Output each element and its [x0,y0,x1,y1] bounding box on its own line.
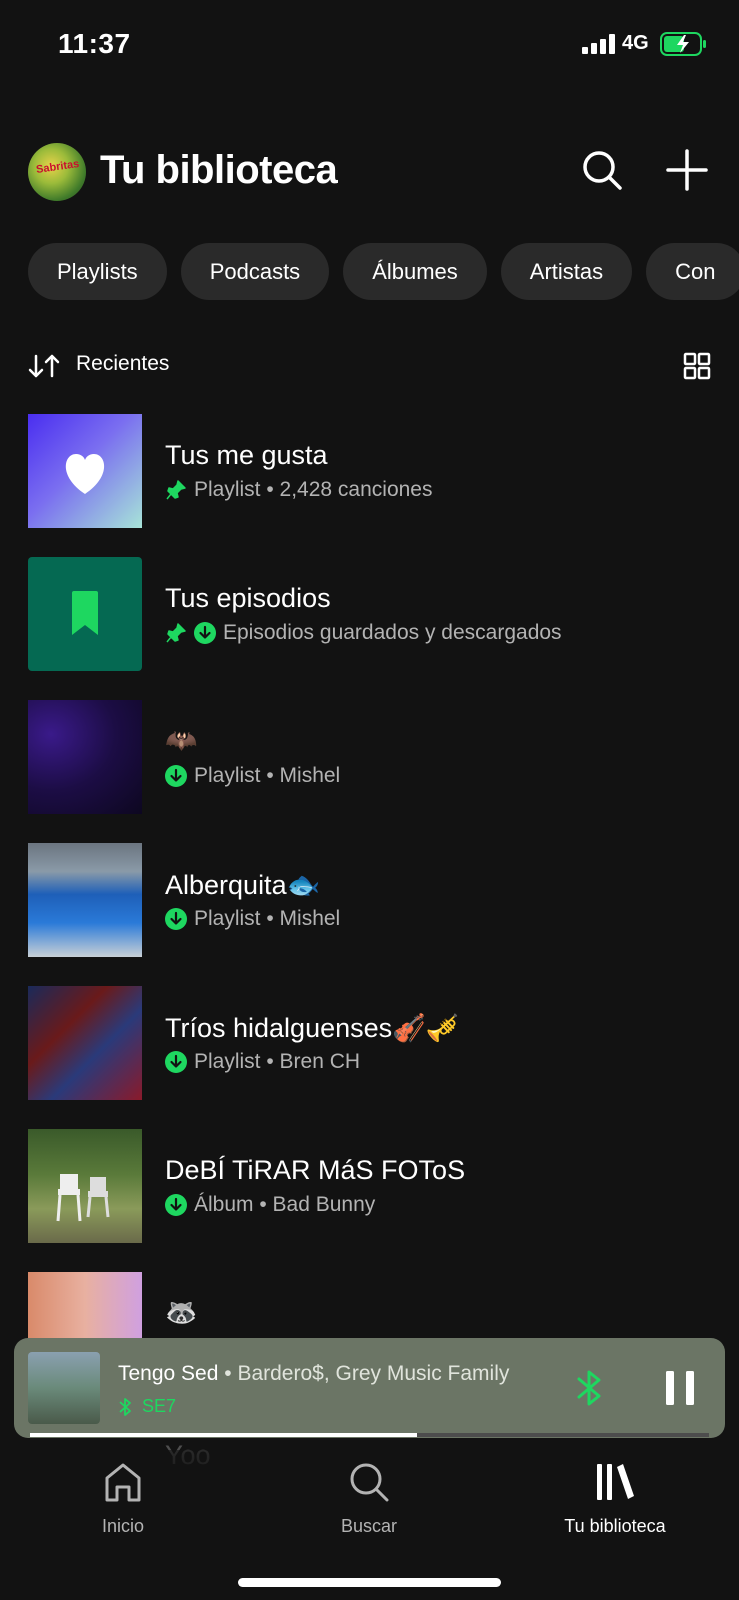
item-subtitle-text: Playlist • Mishel [194,764,341,787]
playlist-cover [28,986,142,1100]
pause-icon[interactable] [664,1369,696,1407]
network-type: 4G [622,32,649,54]
item-title: 🦇 [165,726,198,756]
album-cover [28,1129,142,1243]
heart-icon [65,454,105,494]
list-item[interactable]: Tus me gusta Playlist • 2,428 canciones [28,414,711,528]
nav-search-label: Buscar [340,1516,398,1536]
bluetooth-small-icon [119,1397,131,1416]
device-name: SE7 [142,1396,177,1416]
library-header: Sabritas Tu biblioteca [0,140,739,204]
item-subtitle-text: Playlist • Bren CH [194,1050,361,1073]
list-item[interactable]: Alberquita🐟 Playlist • Mishel [28,843,711,957]
now-playing-cover [28,1352,100,1424]
item-subtitle-text: Playlist • 2,428 canciones [194,478,433,501]
item-subtitle: Playlist • 2,428 canciones [165,478,433,502]
bookmark-icon [72,591,98,635]
item-subtitle: Playlist • Mishel [165,907,340,931]
playback-progress[interactable] [30,1433,709,1437]
item-title: Tríos hidalguenses🎻🎺 [165,1013,460,1043]
item-title: DeBÍ TiRAR MáS FOToS [165,1155,466,1185]
home-icon [105,1463,141,1502]
playlist-cover [28,700,142,814]
add-icon[interactable] [665,148,709,192]
bluetooth-icon[interactable] [574,1368,604,1408]
downloaded-icon [165,1194,187,1216]
item-title: 🦝 [165,1298,198,1328]
item-subtitle-text: Playlist • Mishel [194,907,341,930]
track-name: Tengo Sed [118,1362,219,1385]
sort-arrows-icon[interactable] [28,354,62,378]
downloaded-icon [165,1051,187,1073]
downloaded-icon [165,908,187,930]
item-subtitle-text: Álbum • Bad Bunny [194,1193,376,1216]
filter-chip-albums[interactable]: Álbumes [343,243,487,300]
filter-chip-more[interactable]: Con [646,243,739,300]
page-title: Tu biblioteca [100,148,338,192]
item-subtitle: Episodios guardados y descargados [165,621,562,645]
nav-search[interactable]: Buscar [269,1460,469,1537]
filter-chips: Playlists Podcasts Álbumes Artistas Con [28,243,739,301]
list-item[interactable]: DeBÍ TiRAR MáS FOToS Álbum • Bad Bunny [28,1129,711,1243]
item-title: Alberquita🐟 [165,870,321,900]
item-title: Tus episodios [165,583,331,613]
list-item[interactable]: 🦇 Playlist • Mishel [28,700,711,814]
item-subtitle-text: Episodios guardados y descargados [223,621,562,644]
item-subtitle: Álbum • Bad Bunny [165,1193,375,1217]
library-icon [597,1464,634,1500]
sort-label[interactable]: Recientes [76,352,169,376]
search-icon [350,1463,389,1502]
episodes-cover [28,557,142,671]
list-item[interactable]: Tus episodios Episodios guardados y desc… [28,557,711,671]
item-title: Tus me gusta [165,440,328,470]
nav-home[interactable]: Inicio [23,1460,223,1537]
list-item[interactable]: Tríos hidalguenses🎻🎺 Playlist • Bren CH [28,986,711,1100]
now-playing-bar[interactable]: Tengo Sed • Bardero$, Grey Music Family … [14,1338,725,1438]
status-time: 11:37 [58,28,131,59]
track-artists: Bardero$, Grey Music Family [237,1362,510,1385]
pin-icon [166,623,186,643]
item-subtitle: Playlist • Bren CH [165,1050,360,1074]
filter-chip-playlists[interactable]: Playlists [28,243,167,300]
status-bar: 11:37 4G [0,0,739,90]
sort-row: Recientes [28,350,711,386]
item-subtitle: Playlist • Mishel [165,764,340,788]
now-playing-title: Tengo Sed • Bardero$, Grey Music Family [118,1362,548,1386]
downloaded-icon [194,622,216,644]
avatar-logo-text: Sabritas [35,158,81,176]
search-icon[interactable] [580,148,624,192]
nav-home-label: Inicio [101,1516,145,1536]
filter-chip-podcasts[interactable]: Podcasts [180,243,330,300]
nav-library[interactable]: Tu biblioteca [515,1460,715,1537]
plastic-chairs-image [56,1174,110,1222]
signal-icon [582,34,615,54]
battery-charging-icon [660,32,706,56]
downloaded-icon [165,765,187,787]
home-indicator [238,1578,501,1587]
pin-icon [166,480,186,500]
track-separator: • [218,1362,238,1385]
playlist-cover [28,843,142,957]
playback-device: SE7 [118,1396,176,1417]
playback-progress-fill [30,1433,418,1437]
nav-library-label: Tu biblioteca [564,1516,666,1536]
liked-songs-cover [28,414,142,528]
avatar[interactable]: Sabritas [28,143,86,201]
filter-chip-artists[interactable]: Artistas [500,243,633,300]
grid-view-icon[interactable] [683,352,711,380]
